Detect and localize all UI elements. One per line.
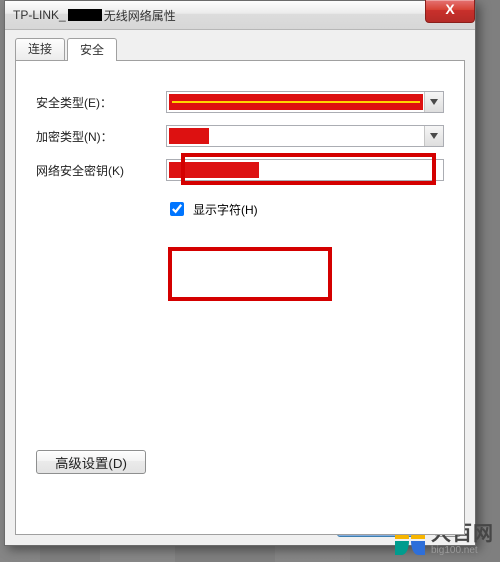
network-key-field[interactable] bbox=[166, 159, 444, 181]
row-encryption-type: 加密类型(N)： bbox=[36, 125, 444, 147]
row-network-key: 网络安全密钥(K) bbox=[36, 159, 444, 181]
redacted-value bbox=[169, 94, 423, 110]
encryption-type-combo[interactable] bbox=[166, 125, 444, 147]
annotation-highlight-checkbox bbox=[168, 247, 332, 301]
show-characters-label: 显示字符(H) bbox=[193, 201, 258, 218]
title-bar[interactable]: TP-LINK_ 无线网络属性 X bbox=[5, 1, 475, 30]
row-security-type: 安全类型(E)： bbox=[36, 91, 444, 113]
redacted-value bbox=[169, 128, 209, 144]
show-characters-checkbox[interactable] bbox=[170, 202, 184, 216]
dropdown-arrow-icon[interactable] bbox=[424, 126, 443, 146]
dialog-client-area: 连接 安全 安全类型(E)： 加密类型(N)： bbox=[5, 30, 475, 545]
security-tab-page: 安全类型(E)： 加密类型(N)： 网络安全密钥(K bbox=[15, 60, 465, 535]
security-type-combo[interactable] bbox=[166, 91, 444, 113]
wireless-properties-dialog: TP-LINK_ 无线网络属性 X 连接 安全 安全类型(E)： 加密类型(N)… bbox=[4, 0, 476, 546]
encryption-type-label: 加密类型(N)： bbox=[36, 128, 166, 145]
network-key-label: 网络安全密钥(K) bbox=[36, 162, 166, 179]
redacted-value bbox=[169, 162, 259, 178]
title-text-suffix: 无线网络属性 bbox=[104, 7, 176, 24]
redacted-ssid bbox=[68, 9, 102, 21]
watermark-url: big100.net bbox=[431, 545, 494, 556]
advanced-row: 高级设置(D) bbox=[36, 450, 444, 474]
dropdown-arrow-icon[interactable] bbox=[424, 92, 443, 112]
tab-connect[interactable]: 连接 bbox=[15, 38, 65, 60]
tab-security[interactable]: 安全 bbox=[67, 38, 117, 61]
advanced-settings-button[interactable]: 高级设置(D) bbox=[36, 450, 146, 474]
tab-strip: 连接 安全 bbox=[15, 38, 465, 60]
security-type-label: 安全类型(E)： bbox=[36, 94, 166, 111]
title-text-prefix: TP-LINK_ bbox=[13, 8, 66, 22]
row-show-characters: 显示字符(H) bbox=[166, 199, 444, 219]
close-button[interactable]: X bbox=[425, 0, 475, 23]
